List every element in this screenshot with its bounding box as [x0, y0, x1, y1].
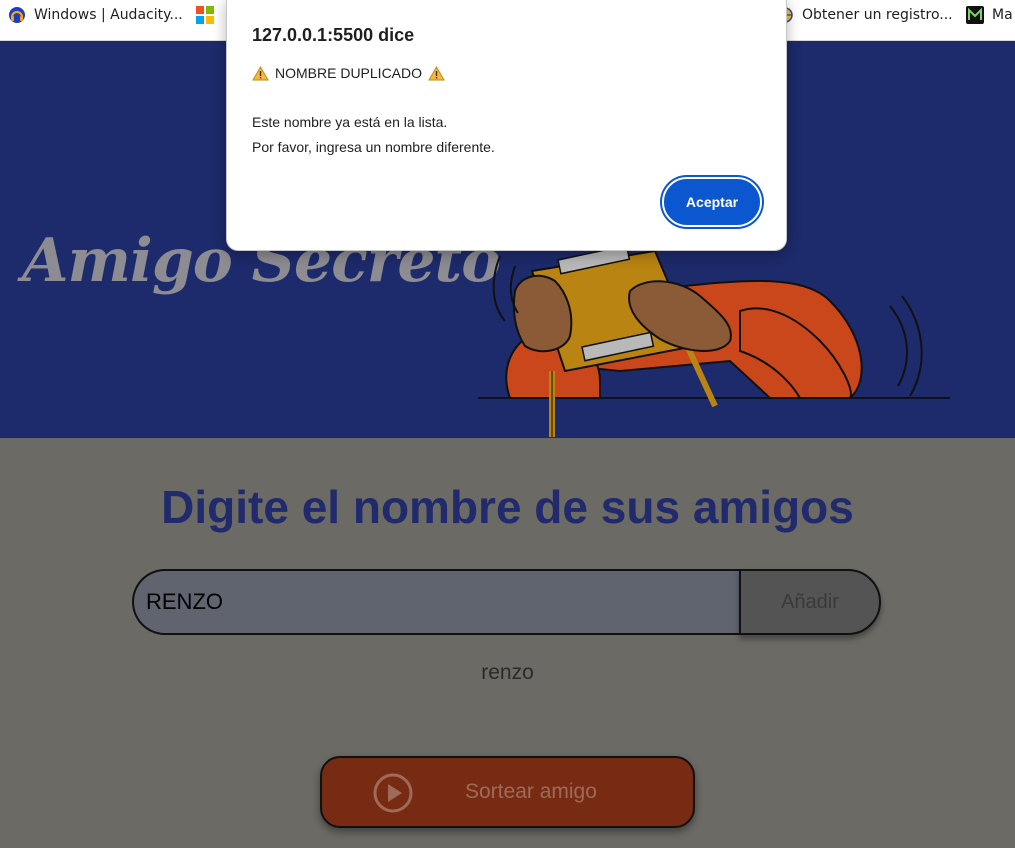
- section-heading: Digite el nombre de sus amigos: [161, 481, 854, 533]
- bookmark-microsoft[interactable]: [196, 0, 214, 30]
- bookmark-label: Obtener un registro...: [802, 7, 953, 23]
- bookmark-label: Ma: [992, 7, 1013, 23]
- dialog-message-line: Este nombre ya está en la lista.: [252, 114, 448, 130]
- friends-list: renzo: [0, 661, 1015, 685]
- draw-button-label: Sortear amigo: [465, 780, 597, 803]
- accept-button[interactable]: Aceptar: [662, 177, 762, 227]
- warning-icon: [252, 65, 269, 80]
- friend-name-input[interactable]: RENZO: [132, 569, 739, 635]
- draw-friend-button[interactable]: Sortear amigo: [320, 756, 695, 828]
- m-logo-icon: [966, 6, 984, 24]
- bookmark-audacity[interactable]: Windows | Audacity...: [8, 0, 183, 30]
- audacity-icon: [9, 7, 25, 23]
- list-item: renzo: [481, 661, 534, 684]
- bookmark-ma[interactable]: Ma: [966, 0, 1013, 30]
- bookmark-label: Windows | Audacity...: [34, 7, 183, 23]
- dialog-heading-row: NOMBRE DUPLICADO: [252, 65, 445, 81]
- bookmark-registro[interactable]: Obtener un registro...: [776, 0, 953, 30]
- warning-icon: [428, 65, 445, 80]
- alert-dialog: 127.0.0.1:5500 dice NOMBRE DUPLICADO Est…: [226, 0, 787, 251]
- main-section: Digite el nombre de sus amigos RENZO Aña…: [0, 437, 1015, 848]
- microsoft-icon: [196, 6, 214, 24]
- dialog-message-line: Por favor, ingresa un nombre diferente.: [252, 139, 495, 155]
- play-icon: [373, 773, 413, 813]
- dialog-origin: 127.0.0.1:5500 dice: [252, 25, 415, 45]
- add-button[interactable]: Añadir: [739, 569, 881, 635]
- add-friend-form: RENZO Añadir: [132, 569, 881, 635]
- dialog-heading: NOMBRE DUPLICADO: [275, 65, 423, 81]
